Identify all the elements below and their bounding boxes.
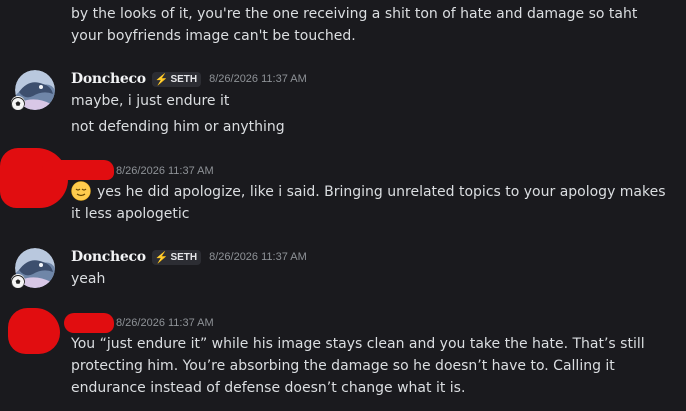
guild-tag-badge[interactable]: ⚡ SETH [151,71,202,87]
soccer-ball-icon [11,274,25,288]
message-text-line: it less apologetic [71,206,190,222]
message-timestamp: 8/26/2026 11:37 AM [116,165,214,177]
relieved-face-emoji [71,181,91,201]
message-timestamp: 8/26/2026 11:37 AM [209,73,307,85]
message-text: yes he did apologize, like i said. Bring… [97,184,666,200]
username[interactable]: Doncheco [71,71,146,87]
message-timestamp: 8/26/2026 11:37 AM [116,317,214,329]
message-header: Doncheco ⚡ SETH 8/26/2026 11:37 AM [71,70,307,88]
redacted-username [42,160,114,180]
message-timestamp: 8/26/2026 11:37 AM [209,251,307,263]
guild-tag-label: SETH [170,73,198,85]
soccer-ball-icon [11,96,25,110]
username[interactable]: Doncheco [71,249,146,265]
lightning-bolt-icon: ⚡ [154,73,169,86]
chat-message-list: by the looks of it, you're the one recei… [0,0,686,411]
message-text-line: maybe, i just endure it [71,93,230,109]
message-text-line: yes he did apologize, like i said. Bring… [71,181,666,203]
message-text-line: protecting him. You’re absorbing the dam… [71,358,615,374]
message-text-line: yeah [71,271,106,287]
message-header: Doncheco ⚡ SETH 8/26/2026 11:37 AM [71,248,307,266]
lightning-bolt-icon: ⚡ [154,251,169,264]
message-text-line: You “just endure it” while his image sta… [71,336,645,352]
message-text-line: your boyfriends image can't be touched. [71,28,356,44]
redacted-avatar [8,308,60,354]
guild-tag-label: SETH [170,251,198,263]
redacted-username [64,313,114,333]
guild-tag-badge[interactable]: ⚡ SETH [151,249,202,265]
message-text-line: by the looks of it, you're the one recei… [71,6,638,22]
message-text-line: endurance instead of defense doesn’t cha… [71,380,466,396]
message-text-line: not defending him or anything [71,119,285,135]
